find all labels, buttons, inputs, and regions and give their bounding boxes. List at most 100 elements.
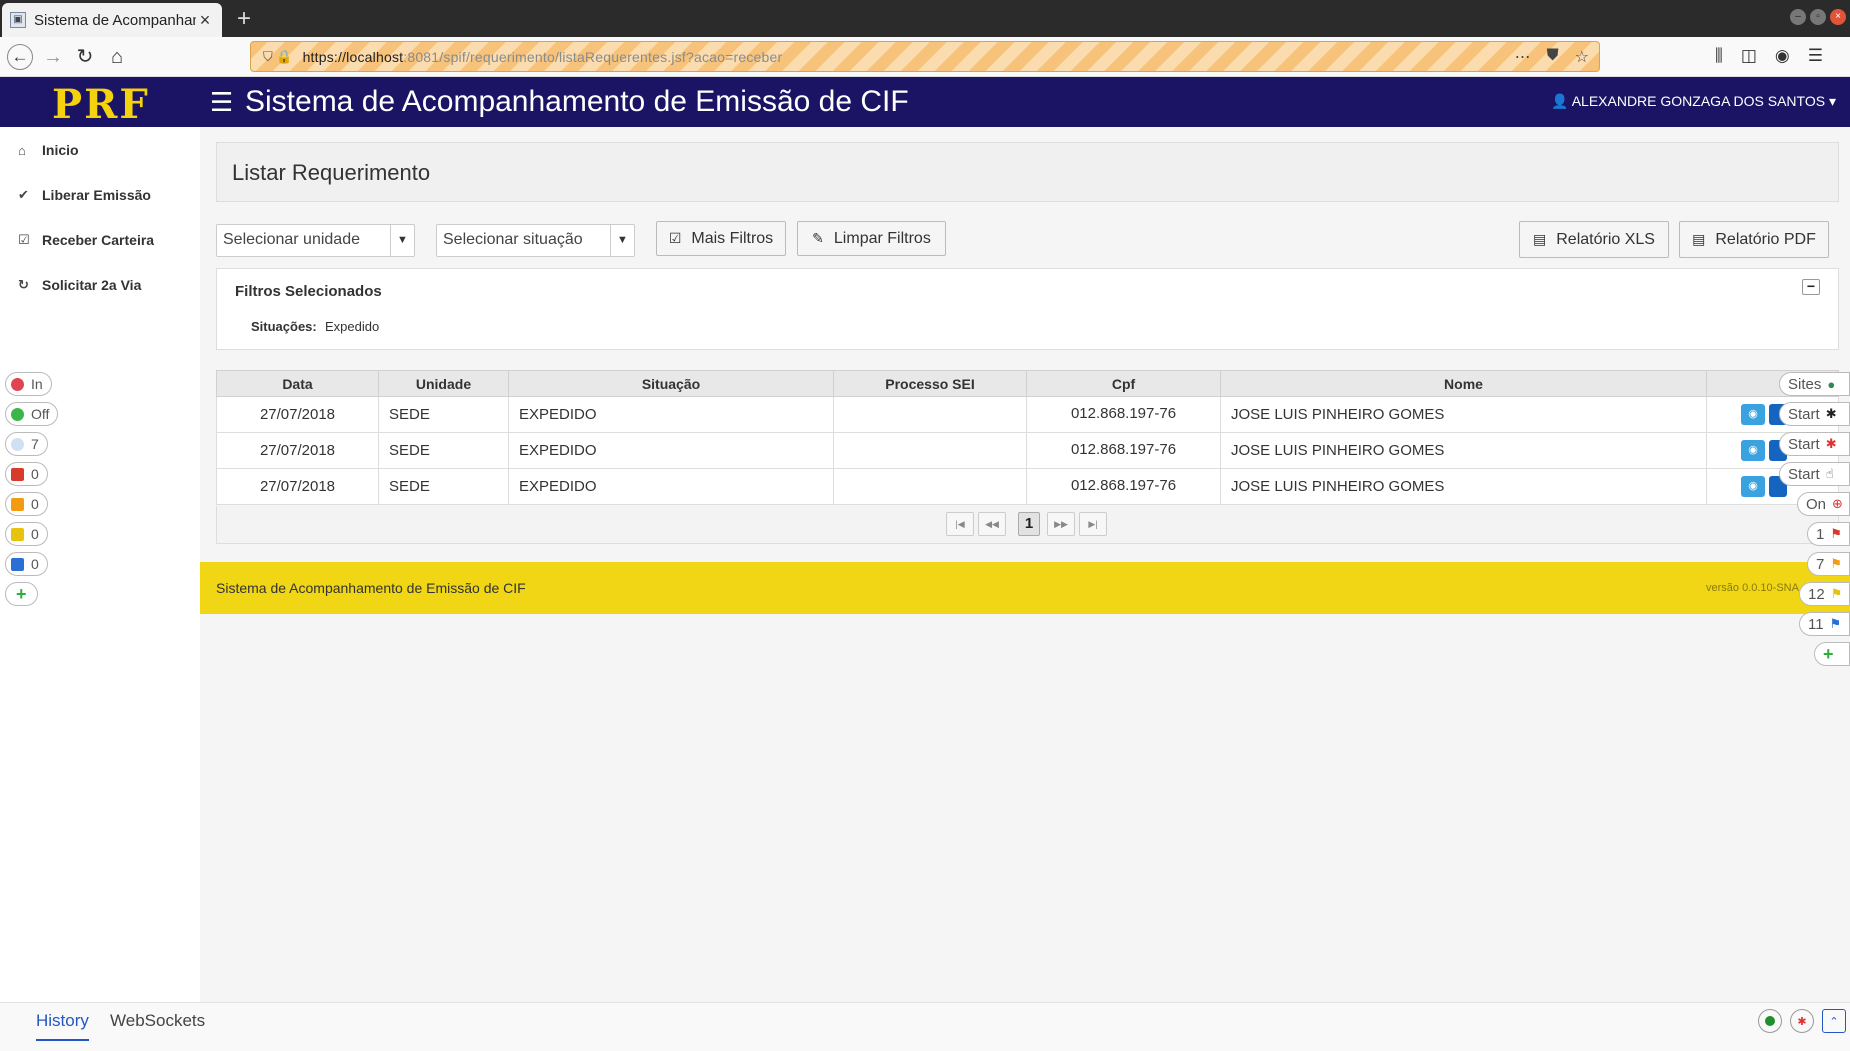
sidebar-item-inicio[interactable]: ⌂ Inicio: [18, 142, 79, 158]
page-1-button[interactable]: 1: [1018, 512, 1040, 536]
flag-blue-icon: ⚑: [1829, 616, 1842, 631]
badge-alert-medium[interactable]: 7 ⚑: [1807, 552, 1850, 576]
badge-label: Sites: [1788, 375, 1822, 393]
reload-icon[interactable]: ↻: [72, 44, 98, 70]
hamburger-menu-icon[interactable]: ☰: [210, 87, 233, 118]
plus-icon: +: [1823, 643, 1834, 664]
sidebar-item-receber-carteira[interactable]: ☑ Receber Carteira: [18, 232, 154, 248]
col-data[interactable]: Data: [216, 370, 379, 397]
badge-start-spider[interactable]: Start ✱: [1779, 402, 1850, 426]
next-page-button[interactable]: ▶▶: [1047, 512, 1075, 536]
cell-nome: JOSE LUIS PINHEIRO GOMES: [1220, 396, 1707, 433]
flag-red-icon: [11, 467, 24, 481]
table-row[interactable]: 27/07/2018 SEDE EXPEDIDO 012.868.197-76 …: [216, 468, 1839, 505]
window-close-icon[interactable]: ×: [1830, 9, 1846, 25]
col-cpf[interactable]: Cpf: [1026, 370, 1221, 397]
badge-label: 1: [1816, 525, 1825, 543]
collapse-minus-icon[interactable]: −: [1802, 279, 1820, 295]
home-icon[interactable]: ⌂: [104, 44, 130, 70]
table-row[interactable]: 27/07/2018 SEDE EXPEDIDO 012.868.197-76 …: [216, 396, 1839, 433]
menu-icon[interactable]: ☰: [1808, 46, 1823, 66]
check-icon: ✔: [18, 187, 29, 202]
lightbulb-icon: [11, 437, 24, 451]
page-actions-icon[interactable]: ⋯: [1515, 47, 1531, 67]
cell-situacao: EXPEDIDO: [508, 432, 834, 469]
forward-icon[interactable]: →: [40, 44, 66, 70]
col-processo-sei[interactable]: Processo SEI: [833, 370, 1027, 397]
caret-down-icon[interactable]: ▼: [610, 225, 634, 256]
view-eye-icon[interactable]: ◉: [1741, 404, 1765, 425]
badge-alert-low[interactable]: 12 ⚑: [1799, 582, 1850, 606]
sidebar-item-solicitar-2a-via[interactable]: ↻ Solicitar 2a Via: [18, 277, 141, 293]
badge-flag-yellow[interactable]: 0: [5, 522, 48, 546]
relatorio-xls-button[interactable]: ▤ Relatório XLS: [1519, 221, 1669, 258]
unidade-select[interactable]: Selecionar unidade ▼: [216, 224, 415, 257]
badge-flag-red[interactable]: 0: [5, 462, 48, 486]
new-tab-button[interactable]: +: [232, 6, 256, 32]
cell-unidade: SEDE: [378, 468, 509, 505]
back-icon[interactable]: ←: [7, 44, 33, 70]
badge-sites[interactable]: Sites ●: [1779, 372, 1850, 396]
library-icon[interactable]: ⫼: [1715, 46, 1723, 66]
error-bug-icon[interactable]: ✱: [1790, 1009, 1814, 1033]
badge-start-ajax-spider[interactable]: Start ✱: [1779, 432, 1850, 456]
user-icon: 👤: [1551, 93, 1569, 109]
badge-off[interactable]: Off: [5, 402, 59, 426]
badge-bulb[interactable]: 7: [5, 432, 48, 456]
last-page-button[interactable]: ▶|: [1079, 512, 1107, 536]
file-excel-icon: ▤: [1533, 231, 1547, 247]
caret-down-icon[interactable]: ▼: [390, 225, 414, 256]
prev-page-button[interactable]: ◀◀: [978, 512, 1006, 536]
badge-on[interactable]: On ⊕: [1797, 492, 1850, 516]
badge-in[interactable]: In: [5, 372, 52, 396]
chevron-up-icon[interactable]: ⌃: [1822, 1009, 1846, 1033]
first-page-button[interactable]: |◀: [946, 512, 974, 536]
col-unidade[interactable]: Unidade: [378, 370, 509, 397]
minimize-icon[interactable]: –: [1790, 9, 1806, 25]
flag-red-icon: ⚑: [1830, 526, 1842, 541]
tab-history[interactable]: History: [36, 1011, 89, 1041]
paginator: |◀ ◀◀ 1 ▶▶ ▶|: [216, 506, 1839, 544]
badge-flag-orange[interactable]: 0: [5, 492, 48, 516]
view-eye-icon[interactable]: ◉: [1741, 440, 1765, 461]
relatorio-pdf-button[interactable]: ▤ Relatório PDF: [1679, 221, 1829, 258]
badge-add-right[interactable]: +: [1814, 642, 1850, 666]
view-eye-icon[interactable]: ◉: [1741, 476, 1765, 497]
table-row[interactable]: 27/07/2018 SEDE EXPEDIDO 012.868.197-76 …: [216, 432, 1839, 469]
badge-alert-info[interactable]: 11 ⚑: [1799, 612, 1850, 636]
target-icon: ⊕: [1832, 496, 1843, 511]
user-menu[interactable]: 👤 ALEXANDRE GONZAGA DOS SANTOS ▾: [1551, 93, 1836, 110]
badge-alert-high[interactable]: 1 ⚑: [1807, 522, 1850, 546]
maximize-icon[interactable]: ▫: [1810, 9, 1826, 25]
file-pdf-icon: ▤: [1692, 231, 1706, 247]
browser-tab[interactable]: ▣ Sistema de Acompanham ×: [2, 3, 222, 37]
selected-filters-panel: Filtros Selecionados − Situações: Expedi…: [216, 268, 1839, 350]
tab-websockets[interactable]: WebSockets: [110, 1011, 205, 1039]
bookmark-star-icon[interactable]: ☆: [1575, 47, 1589, 67]
badge-flag-blue[interactable]: 0: [5, 552, 48, 576]
green-status-icon[interactable]: [1758, 1009, 1782, 1033]
browser-nav-bar: ← → ↻ ⌂ ⛉ 🔒 https://localhost:8081/spif/…: [0, 37, 1850, 77]
footer-text: Sistema de Acompanhamento de Emissão de …: [216, 580, 526, 596]
sidebar-toggle-icon[interactable]: ◫: [1741, 46, 1757, 66]
sidebar-item-liberar-emissao[interactable]: ✔ Liberar Emissão: [18, 187, 151, 203]
url-bar[interactable]: ⛉ 🔒 https://localhost:8081/spif/requerim…: [250, 41, 1600, 72]
badge-add[interactable]: +: [5, 582, 38, 606]
flag-blue-icon: [11, 557, 24, 571]
col-situacao[interactable]: Situação: [508, 370, 834, 397]
tab-close-icon[interactable]: ×: [196, 10, 214, 31]
cell-situacao: EXPEDIDO: [508, 468, 834, 505]
pocket-icon[interactable]: ⛊: [1547, 47, 1559, 67]
bottom-tools-bar: History WebSockets ✱ ⌃: [0, 1002, 1850, 1051]
flag-yellow-icon: [11, 527, 24, 541]
filters-title: Filtros Selecionados: [235, 283, 382, 300]
badge-start-hand[interactable]: Start ☝: [1779, 462, 1850, 486]
account-icon[interactable]: ◉: [1775, 46, 1790, 66]
badge-label: 0: [31, 466, 39, 482]
mais-filtros-button[interactable]: ☑ Mais Filtros: [656, 221, 786, 256]
status-dot-icon: [11, 407, 24, 421]
limpar-filtros-button[interactable]: ✎ Limpar Filtros: [797, 221, 946, 256]
situacao-select[interactable]: Selecionar situação ▼: [436, 224, 635, 257]
tab-title: Sistema de Acompanham: [34, 11, 196, 29]
col-nome[interactable]: Nome: [1220, 370, 1707, 397]
